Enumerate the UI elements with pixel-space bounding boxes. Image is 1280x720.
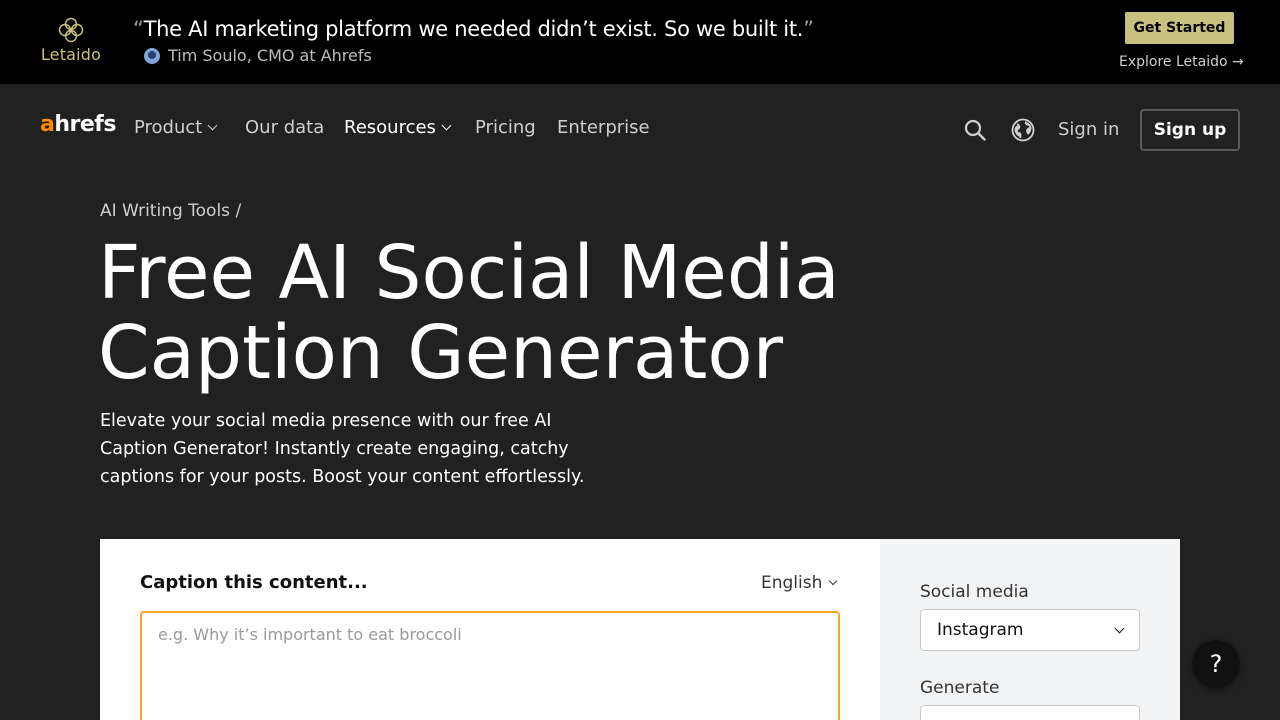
letaido-brand-name: Letaido — [40, 45, 102, 64]
page-title-line-1: Free AI Social Media — [98, 230, 840, 316]
options-panel: Social media Instagram Generate — [880, 539, 1180, 720]
language-select[interactable]: English — [761, 573, 838, 593]
quote-open-mark: “ — [133, 17, 144, 41]
chevron-down-icon — [829, 576, 838, 586]
hero-description: Elevate your social media presence with … — [100, 411, 585, 487]
quote-author: Tim Soulo, CMO at Ahrefs — [144, 46, 372, 65]
search-icon[interactable] — [964, 119, 986, 141]
social-media-value: Instagram — [937, 620, 1024, 640]
avatar — [144, 47, 160, 64]
quote-close-mark: ” — [803, 17, 814, 41]
nav-item-label: Our data — [245, 117, 325, 138]
explore-letaido-link[interactable]: Explore Letaido → — [1119, 54, 1244, 70]
language-value: English — [761, 573, 823, 593]
banner-quote-text: The AI marketing platform we needed didn… — [143, 17, 804, 41]
nav-item-our-data[interactable]: Our data — [245, 117, 344, 138]
chevron-down-icon — [441, 120, 452, 131]
nav-item-label: Enterprise — [557, 117, 650, 138]
caption-label: Caption this content... — [140, 572, 368, 593]
nav-item-resources[interactable]: Resources — [344, 117, 475, 138]
caption-generator-card: Caption this content... English Social m… — [100, 539, 1180, 720]
chevron-down-icon — [1114, 623, 1125, 633]
ahrefs-logo[interactable]: ahrefs — [40, 112, 116, 137]
sign-up-button[interactable]: Sign up — [1140, 109, 1240, 151]
banner-quote: “The AI marketing platform we needed did… — [133, 17, 814, 41]
quote-author-name: Tim Soulo, CMO at Ahrefs — [168, 46, 372, 65]
get-started-button[interactable]: Get Started — [1125, 12, 1234, 44]
ahrefs-logo-rest: hrefs — [54, 112, 116, 137]
social-media-select[interactable]: Instagram — [920, 609, 1140, 651]
globe-icon[interactable] — [1011, 118, 1035, 142]
nav-item-label: Resources — [344, 117, 436, 138]
nav-item-label: Product — [134, 117, 203, 138]
generate-label: Generate — [920, 678, 1000, 698]
chevron-down-icon — [207, 120, 218, 131]
nav-item-enterprise[interactable]: Enterprise — [557, 117, 650, 138]
page-title-line-2: Caption Generator — [98, 310, 784, 396]
ahrefs-logo-a: a — [40, 112, 55, 137]
page-title: Free AI Social Media Caption Generator — [98, 233, 1098, 393]
nav-item-product[interactable]: Product — [134, 117, 245, 138]
nav-item-label: Pricing — [475, 117, 536, 138]
caption-input-panel: Caption this content... English — [100, 539, 880, 720]
letaido-logo[interactable]: Letaido — [40, 16, 102, 68]
nav-item-pricing[interactable]: Pricing — [475, 117, 557, 138]
letaido-banner: Letaido “The AI marketing platform we ne… — [0, 0, 1280, 84]
breadcrumb[interactable]: AI Writing Tools / — [100, 201, 241, 221]
sign-in-link[interactable]: Sign in — [1058, 119, 1119, 140]
social-media-label: Social media — [920, 582, 1029, 602]
content-input[interactable] — [140, 611, 840, 720]
help-button[interactable]: ? — [1192, 640, 1240, 688]
generate-select[interactable] — [920, 705, 1140, 720]
letaido-flower-icon — [58, 17, 84, 43]
main-nav: Product Our data Resources Pricing Enter… — [134, 117, 650, 138]
